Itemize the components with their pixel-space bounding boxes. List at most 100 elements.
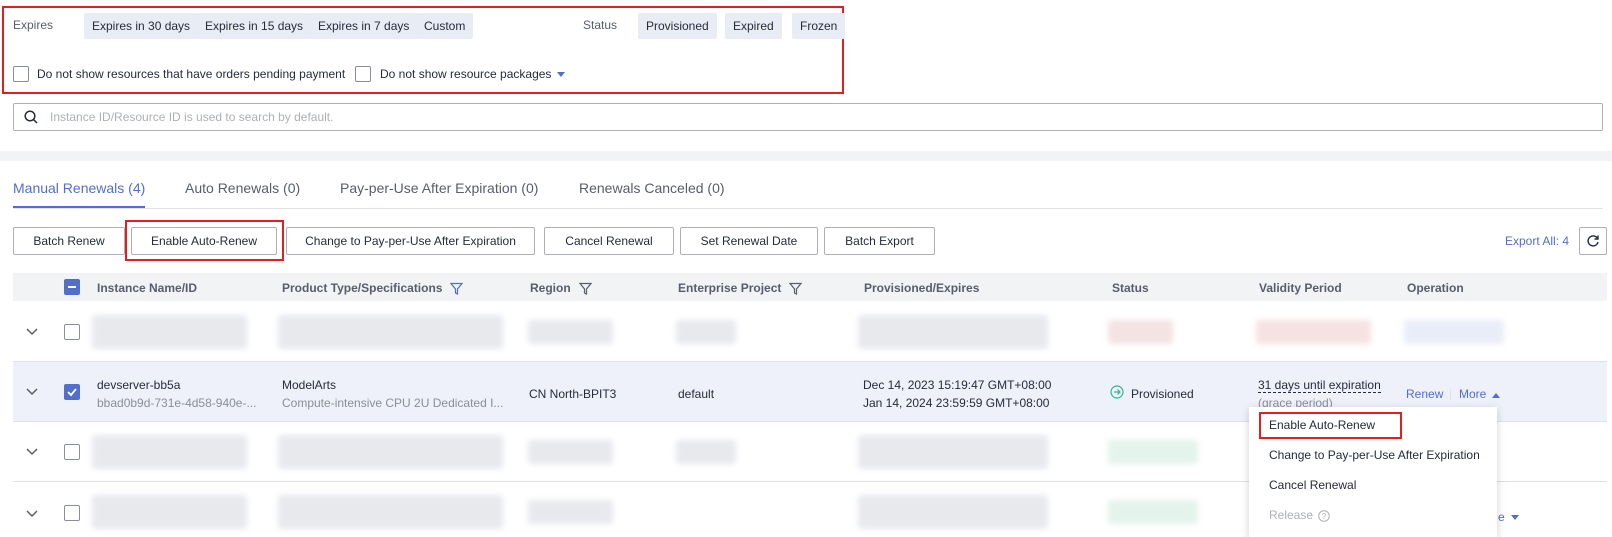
redacted-content — [278, 435, 503, 469]
enterprise-project-value: default — [678, 387, 715, 401]
validity-period-value[interactable]: 31 days until expiration — [1258, 378, 1381, 393]
check-icon — [67, 388, 77, 397]
product-spec: Compute-intensive CPU 2U Dedicated I... — [282, 396, 504, 410]
select-all-checkbox[interactable] — [64, 279, 80, 295]
column-region[interactable]: Region — [530, 281, 592, 296]
renew-link[interactable]: Renew — [1406, 387, 1443, 401]
more-label: More — [1459, 387, 1487, 401]
redacted-content — [1108, 320, 1173, 344]
filter-funnel-icon — [578, 283, 592, 296]
column-enterprise-project[interactable]: Enterprise Project — [678, 281, 803, 296]
redacted-content — [1256, 320, 1371, 344]
redacted-content — [676, 440, 736, 464]
batch-export-button[interactable]: Batch Export — [824, 227, 935, 255]
redacted-content — [1108, 440, 1198, 464]
search-bar[interactable] — [13, 103, 1603, 131]
status-value: Provisioned — [1131, 387, 1194, 401]
tab-manual-renewals[interactable]: Manual Renewals (4) — [13, 180, 145, 196]
chevron-down-icon[interactable] — [26, 328, 38, 336]
more-dropdown-menu: Enable Auto-Renew Change to Pay-per-Use … — [1249, 407, 1497, 537]
column-enterprise-project-label: Enterprise Project — [678, 281, 782, 295]
column-status: Status — [1112, 281, 1149, 295]
column-product-type[interactable]: Product Type/Specifications — [282, 281, 464, 296]
redacted-content — [528, 320, 613, 344]
redacted-content — [676, 320, 736, 344]
tab-auto-renewals[interactable]: Auto Renewals (0) — [185, 180, 300, 196]
tab-renewals-canceled[interactable]: Renewals Canceled (0) — [579, 180, 725, 196]
filter-expires-30-days[interactable]: Expires in 30 days — [84, 13, 199, 39]
hide-packages-label[interactable]: Do not show resource packages — [380, 67, 566, 81]
chevron-down-icon[interactable] — [26, 448, 38, 456]
provisioned-status-icon — [1110, 385, 1124, 399]
redacted-content — [528, 440, 613, 464]
column-validity-period: Validity Period — [1259, 281, 1342, 295]
filter-expires-15-days[interactable]: Expires in 15 days — [197, 13, 312, 39]
expires-filter-label: Expires — [13, 18, 54, 32]
redacted-content — [1404, 320, 1504, 344]
filter-expires-7-days[interactable]: Expires in 7 days — [310, 13, 418, 39]
hide-packages-text: Do not show resource packages — [380, 67, 552, 81]
chevron-down-icon[interactable] — [26, 388, 38, 396]
redacted-content — [858, 495, 1048, 529]
active-tab-indicator — [13, 206, 145, 208]
filter-status-expired[interactable]: Expired — [725, 13, 782, 39]
column-provisioned-expires: Provisioned/Expires — [864, 281, 980, 295]
filter-status-frozen[interactable]: Frozen — [792, 13, 846, 39]
column-region-label: Region — [530, 281, 571, 295]
row-checkbox[interactable] — [64, 444, 80, 460]
search-input[interactable] — [50, 104, 1550, 130]
redacted-content — [858, 435, 1048, 469]
search-icon — [24, 110, 38, 124]
batch-renew-button[interactable]: Batch Renew — [13, 227, 125, 255]
caret-up-icon — [1492, 392, 1501, 398]
filter-funnel-icon — [450, 283, 464, 296]
refresh-button[interactable] — [1579, 227, 1607, 255]
help-icon: ? — [1318, 510, 1330, 522]
change-to-pay-per-use-button[interactable]: Change to Pay-per-Use After Expiration — [286, 227, 535, 255]
menu-release-label: Release — [1269, 508, 1314, 522]
hide-packages-checkbox[interactable] — [355, 66, 371, 82]
svg-text:?: ? — [1322, 512, 1327, 521]
tabs-divider — [13, 208, 1603, 209]
row-checkbox-checked[interactable] — [64, 384, 80, 400]
tab-pay-per-use-after-expiration[interactable]: Pay-per-Use After Expiration (0) — [340, 180, 538, 196]
enable-auto-renew-button[interactable]: Enable Auto-Renew — [131, 227, 277, 255]
caret-down-icon — [1510, 514, 1519, 520]
chevron-down-icon[interactable] — [26, 510, 38, 518]
status-filter-label: Status — [583, 18, 618, 32]
redacted-content — [278, 315, 503, 349]
hide-pending-checkbox[interactable] — [13, 66, 29, 82]
redacted-content — [1108, 500, 1198, 524]
export-all-link[interactable]: Export All: 4 — [1505, 234, 1569, 248]
instance-name: devserver-bb5a — [97, 378, 181, 392]
refresh-icon — [1587, 235, 1599, 247]
cancel-renewal-button[interactable]: Cancel Renewal — [544, 227, 674, 255]
column-instance-name: Instance Name/ID — [97, 281, 198, 295]
row-checkbox[interactable] — [64, 324, 80, 340]
redacted-content — [278, 495, 503, 529]
menu-release: Release? — [1269, 508, 1330, 522]
menu-change-to-pay-per-use[interactable]: Change to Pay-per-Use After Expiration — [1269, 448, 1480, 462]
filter-status-provisioned[interactable]: Provisioned — [638, 13, 717, 39]
menu-enable-auto-renew[interactable]: Enable Auto-Renew — [1269, 418, 1375, 432]
provisioned-time: Dec 14, 2023 15:19:47 GMT+08:00 — [863, 378, 1052, 392]
redacted-content — [92, 435, 247, 469]
section-separator — [0, 151, 1612, 161]
column-operation: Operation — [1407, 281, 1464, 295]
table-header — [13, 273, 1607, 301]
operation-divider — [1450, 389, 1451, 400]
more-partial-label: e — [1498, 510, 1505, 524]
instance-id: bbad0b9d-731e-4d58-940e-... — [97, 396, 257, 410]
expires-time: Jan 14, 2024 23:59:59 GMT+08:00 — [863, 396, 1050, 410]
redacted-content — [858, 315, 1048, 349]
caret-down-icon — [557, 72, 566, 78]
row-checkbox[interactable] — [64, 505, 80, 521]
more-dropdown-partial[interactable]: e — [1498, 510, 1519, 524]
hide-pending-label: Do not show resources that have orders p… — [37, 67, 346, 81]
column-product-type-label: Product Type/Specifications — [282, 281, 443, 295]
filter-expires-custom[interactable]: Custom — [416, 13, 474, 39]
menu-cancel-renewal[interactable]: Cancel Renewal — [1269, 478, 1356, 492]
set-renewal-date-button[interactable]: Set Renewal Date — [680, 227, 818, 255]
redacted-content — [92, 315, 247, 349]
more-dropdown[interactable]: More — [1459, 387, 1501, 401]
